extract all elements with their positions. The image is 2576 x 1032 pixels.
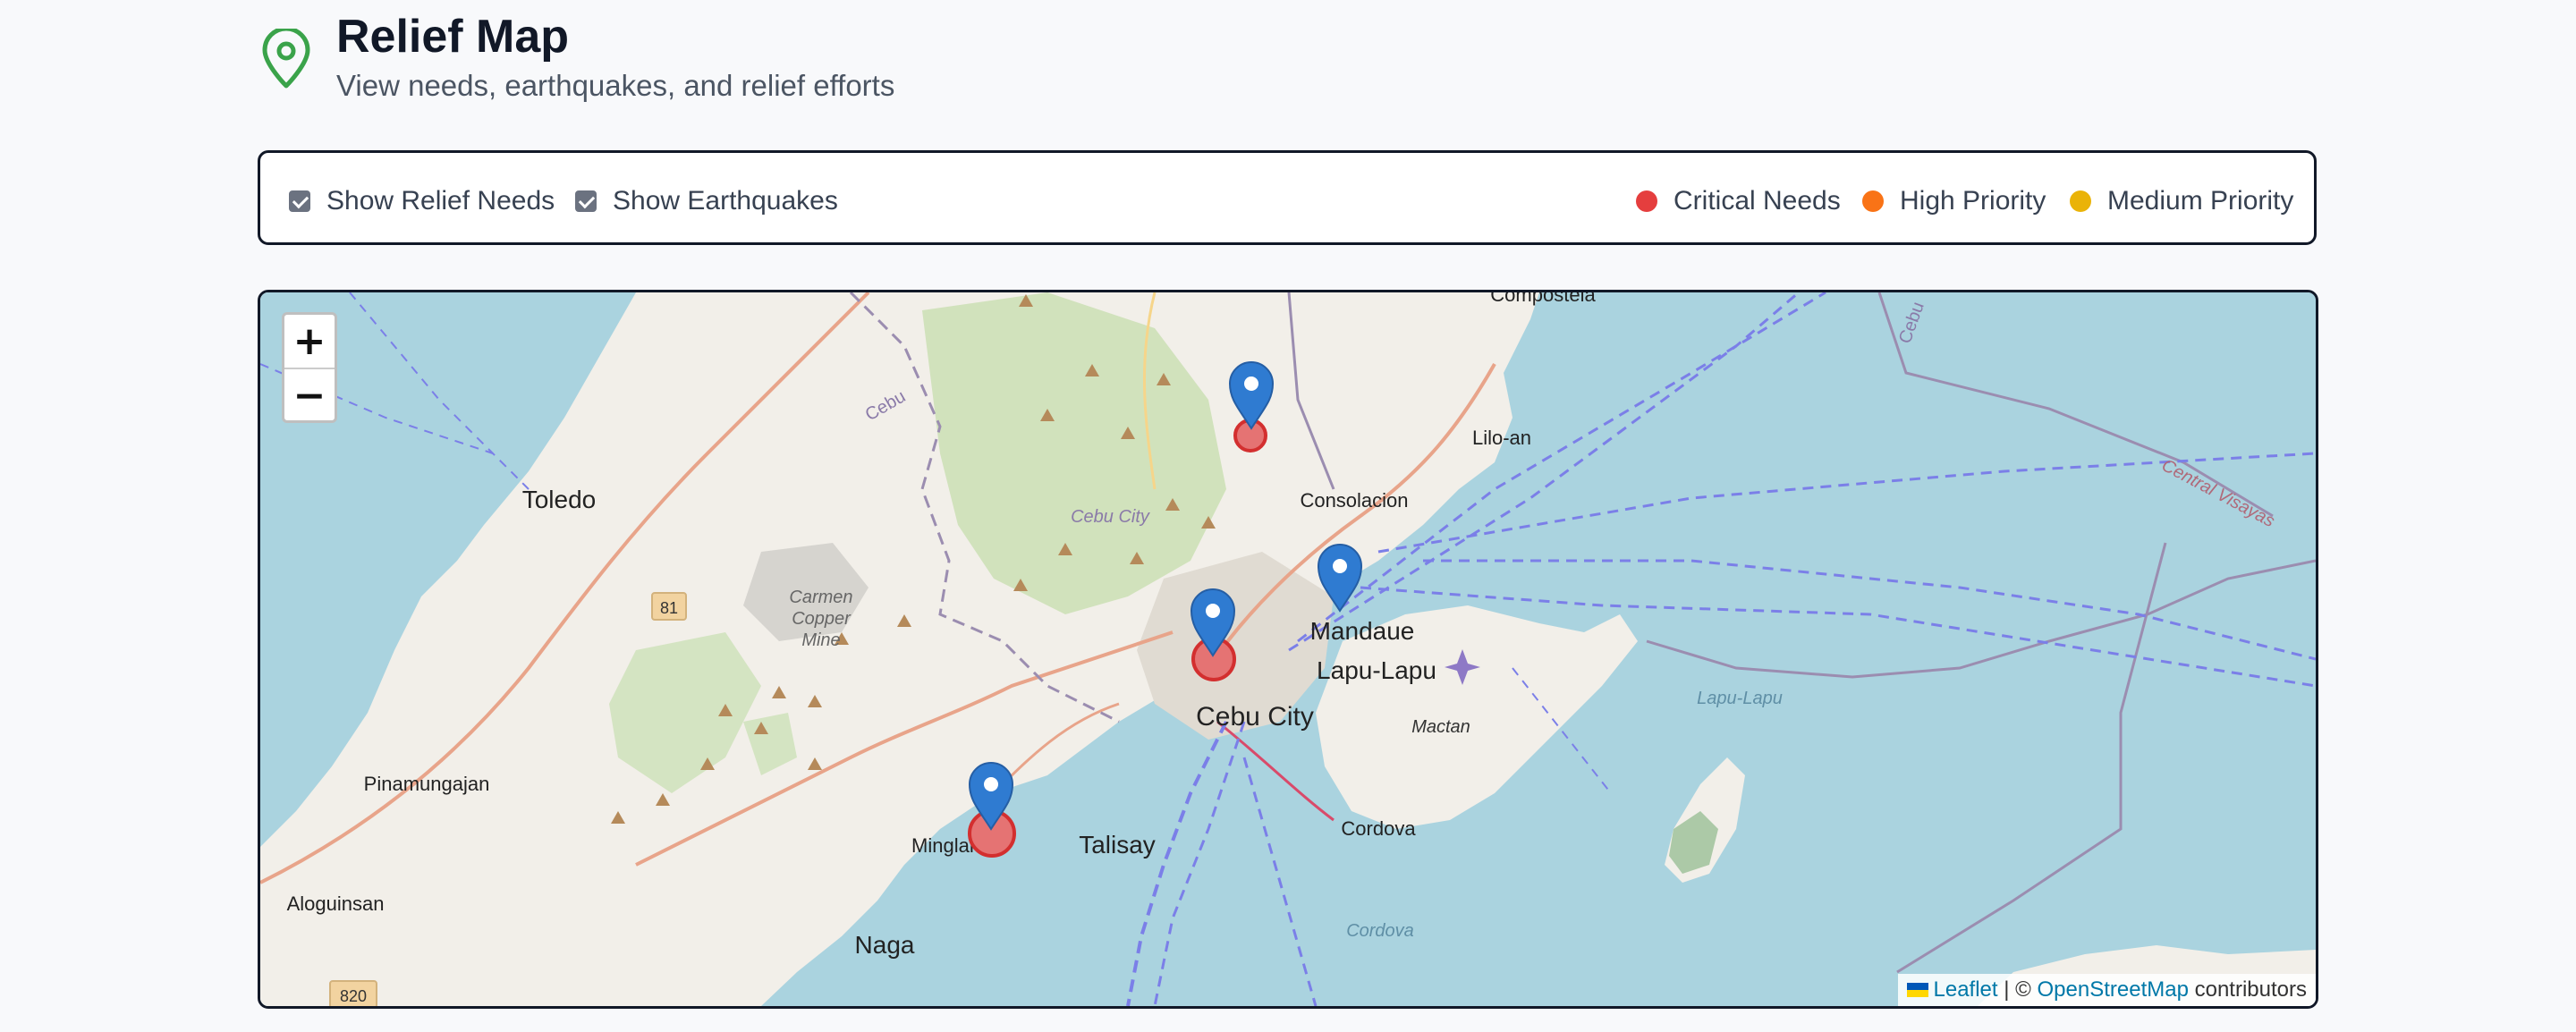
relief-needs-label: Show Relief Needs — [326, 186, 555, 216]
legend-medium-priority: Medium Priority — [2070, 186, 2294, 216]
zoom-control: + − — [282, 312, 337, 423]
legend-label: Critical Needs — [1674, 186, 1841, 216]
legend-high-priority: High Priority — [1862, 186, 2046, 216]
relief-needs-checkbox[interactable] — [289, 190, 310, 212]
place-carmen: Carmen — [789, 588, 852, 607]
place-copper: Copper — [792, 609, 852, 629]
attribution-separator: | © — [1997, 977, 2038, 1002]
legend-critical-needs: Critical Needs — [1636, 186, 1841, 216]
place-mandaue: Mandaue — [1310, 617, 1415, 645]
place-pinamungajan: Pinamungajan — [364, 773, 490, 795]
place-mactan: Mactan — [1411, 717, 1470, 737]
page-header: Relief Map View needs, earthquakes, and … — [259, 9, 1422, 107]
map-attribution: Leaflet | © OpenStreetMap contributors — [1897, 974, 2316, 1006]
place-aloguinsan: Aloguinsan — [287, 892, 385, 915]
page-subtitle: View needs, earthquakes, and relief effo… — [336, 69, 895, 102]
route-820-label: 820 — [340, 987, 367, 1005]
place-mine: Mine — [801, 630, 840, 650]
place-liloan: Lilo-an — [1472, 427, 1531, 449]
zoom-in-button[interactable]: + — [284, 315, 335, 368]
page-title: Relief Map — [336, 11, 570, 63]
show-earthquakes-toggle[interactable]: Show Earthquakes — [575, 186, 838, 216]
high-dot-icon — [1862, 190, 1884, 212]
route-81-label: 81 — [660, 599, 678, 617]
place-lapu-lapu-water: Lapu-Lapu — [1697, 689, 1783, 708]
map-controls-card: Show Relief Needs Show Earthquakes Criti… — [258, 150, 2317, 245]
zoom-out-button[interactable]: − — [284, 368, 335, 420]
earthquakes-label: Show Earthquakes — [613, 186, 838, 216]
place-cordova: Cordova — [1341, 817, 1416, 840]
openstreetmap-link[interactable]: OpenStreetMap — [2038, 977, 2189, 1002]
show-relief-needs-toggle[interactable]: Show Relief Needs — [289, 186, 555, 216]
place-consolacion: Consolacion — [1300, 489, 1408, 512]
attribution-suffix: contributors — [2188, 977, 2307, 1002]
earthquakes-checkbox[interactable] — [575, 190, 597, 212]
place-talisay: Talisay — [1079, 831, 1156, 859]
place-cebu-city-area: Cebu City — [1071, 507, 1150, 527]
relief-map[interactable]: Compostela Cebu Toledo Lilo-an Consolaci… — [258, 290, 2318, 1009]
place-lapu-lapu: Lapu-Lapu — [1317, 656, 1436, 684]
place-naga: Naga — [855, 931, 915, 959]
map-tiles[interactable]: Compostela Cebu Toledo Lilo-an Consolaci… — [260, 292, 2316, 1006]
leaflet-link[interactable]: Leaflet — [1934, 977, 1998, 1002]
place-cebu-city: Cebu City — [1196, 702, 1314, 732]
ukraine-flag-icon — [1907, 983, 1928, 997]
place-compostela: Compostela — [1490, 292, 1596, 306]
place-cordova-water: Cordova — [1346, 921, 1414, 941]
legend-label: Medium Priority — [2107, 186, 2294, 216]
legend-label: High Priority — [1900, 186, 2046, 216]
critical-dot-icon — [1636, 190, 1657, 212]
place-toledo: Toledo — [522, 486, 597, 513]
map-pin-icon — [262, 29, 310, 89]
medium-dot-icon — [2070, 190, 2091, 212]
